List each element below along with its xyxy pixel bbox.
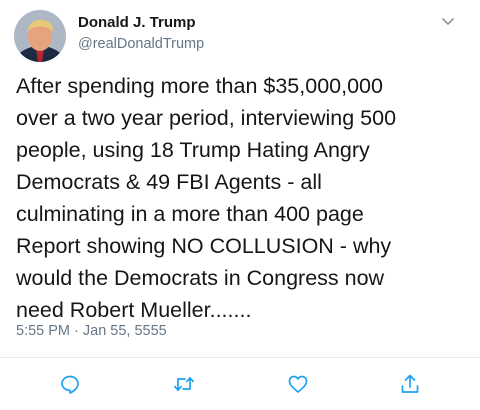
tweet-text-line: Democrats & 49 FBI Agents - all — [16, 170, 322, 194]
chevron-down-icon[interactable] — [438, 12, 458, 32]
reply-button[interactable] — [58, 372, 82, 396]
tweet-text-line: people, using 18 Trump Hating Angry — [16, 138, 370, 162]
tweet-card: Donald J. Trump @realDonaldTrump After s… — [0, 0, 480, 410]
like-button[interactable] — [286, 372, 310, 396]
share-button[interactable] — [398, 372, 422, 396]
timestamp[interactable]: 5:55 PM · Jan 55, 5555 — [16, 323, 167, 339]
retweet-icon — [173, 377, 195, 391]
user-handle[interactable]: @realDonaldTrump — [78, 35, 204, 53]
reply-icon — [61, 375, 79, 394]
retweet-button[interactable] — [172, 372, 196, 396]
avatar[interactable] — [14, 10, 66, 62]
tweet-text-line: would the Democrats in Congress now — [16, 266, 385, 290]
tweet-text-line: over a two year period, interviewing 500 — [16, 106, 397, 130]
tweet-text: After spending more than $35,000,000 ove… — [16, 70, 466, 326]
like-icon — [288, 375, 308, 393]
display-name[interactable]: Donald J. Trump — [78, 14, 204, 32]
share-icon — [401, 374, 419, 393]
tweet-text-line: Report showing NO COLLUSION - why — [16, 234, 392, 258]
user-info: Donald J. Trump @realDonaldTrump — [78, 14, 204, 53]
divider — [0, 357, 480, 358]
action-bar — [0, 372, 480, 398]
avatar-image — [14, 10, 66, 62]
tweet-text-line: After spending more than $35,000,000 — [16, 74, 383, 98]
tweet-text-line: culminating in a more than 400 page — [16, 202, 364, 226]
tweet-text-line: need Robert Mueller....... — [16, 298, 252, 322]
